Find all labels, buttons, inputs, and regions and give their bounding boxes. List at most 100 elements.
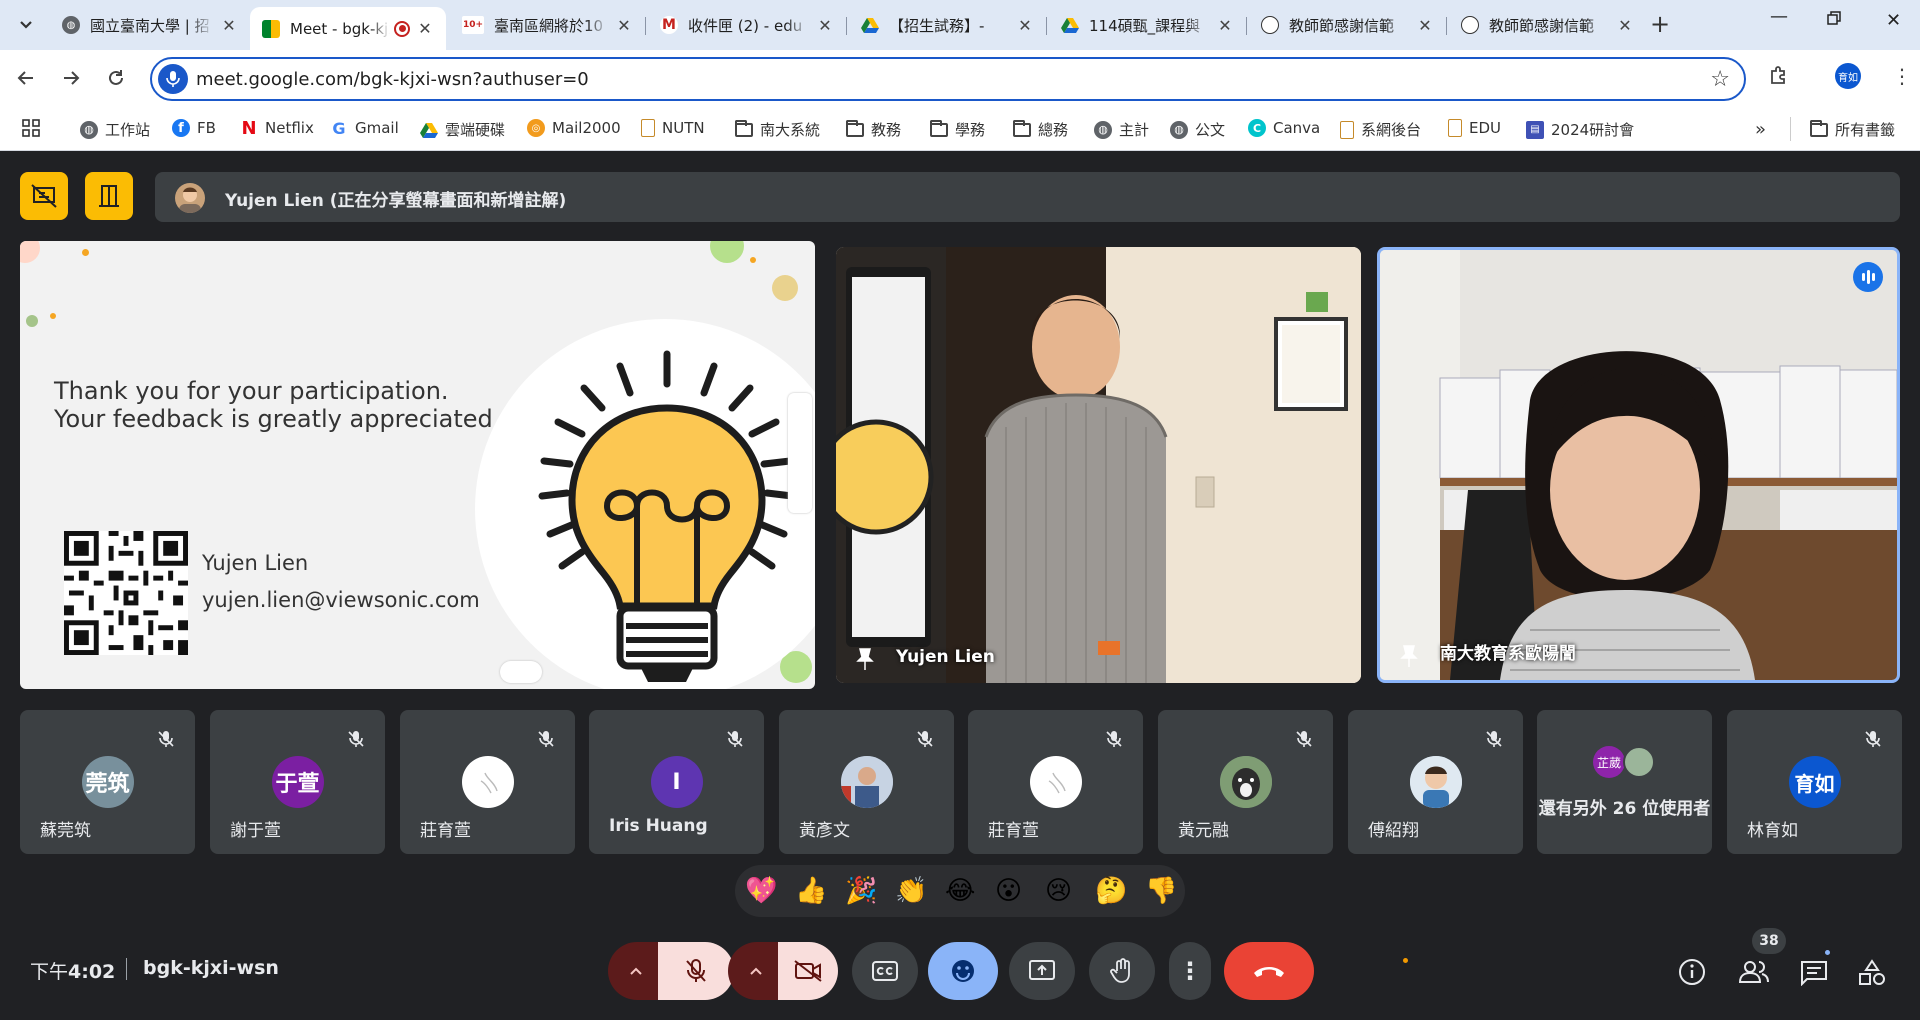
participant-tile[interactable]: 于萱 謝于萱 (210, 710, 385, 854)
tab-drive-2[interactable]: 114碩甄_課程與 ✕ (1049, 7, 1246, 43)
people-button[interactable] (1738, 958, 1770, 990)
close-window-button[interactable]: ✕ (1886, 10, 1901, 31)
apps-button[interactable] (22, 119, 40, 137)
bookmark-item[interactable]: 雲端硬碟 (420, 119, 505, 140)
reaction-party[interactable]: 🎉 (845, 875, 877, 907)
more-bookmarks-button[interactable]: » (1755, 119, 1766, 140)
back-button[interactable] (17, 68, 35, 92)
close-icon[interactable]: ✕ (615, 16, 633, 35)
mic-toggle-button[interactable] (658, 942, 734, 1000)
video-tile-active-speaker[interactable]: 南大教育系歐陽誾 (1377, 247, 1900, 683)
new-tab-button[interactable]: + (1650, 12, 1670, 36)
tab-nutn[interactable]: ◍ 國立臺南大學 | 招 ✕ (50, 7, 250, 43)
participant-tile[interactable]: I Iris Huang (589, 710, 764, 854)
all-bookmarks-folder[interactable]: 所有書籤 (1810, 119, 1895, 140)
reaction-clap[interactable]: 👏 (895, 875, 927, 907)
bookmark-item[interactable]: f FB (172, 119, 216, 137)
reaction-sad[interactable]: 😢 (1045, 875, 1072, 907)
leave-call-button[interactable] (1224, 942, 1314, 1000)
camera-off-icon (794, 960, 822, 982)
camera-toggle-button[interactable] (778, 942, 838, 1000)
bookmark-item[interactable]: NUTN (641, 119, 705, 137)
menu-button[interactable]: ⋮ (1892, 64, 1912, 88)
reaction-surprised[interactable]: 😮 (995, 875, 1022, 907)
participant-tile[interactable]: 育如 林育如 (1727, 710, 1902, 854)
bookmark-folder[interactable]: 總務 (1013, 119, 1068, 140)
bookmark-folder[interactable]: 南大系統 (735, 119, 820, 140)
bookmark-star-icon[interactable]: ☆ (1710, 67, 1730, 92)
participant-tile[interactable]: 黃彥文 (779, 710, 954, 854)
participant-tile[interactable]: 莊育萱 (968, 710, 1143, 854)
stop-presenting-button[interactable] (20, 172, 68, 220)
bookmark-item[interactable]: N Netflix (240, 118, 313, 139)
more-options-button[interactable]: ⋮ (1169, 942, 1211, 1000)
reaction-laugh[interactable]: 😂 (945, 875, 975, 907)
bookmark-item[interactable]: 系網後台 (1340, 119, 1421, 140)
tab-gmail-2[interactable]: M 收件匣 (2) - edu ✕ (648, 7, 846, 43)
tab-meet[interactable]: Meet - bgk-kjxi-wsn ✕ (250, 7, 446, 50)
reactions-button[interactable] (928, 942, 998, 1000)
gmail-icon: 10+ (462, 16, 484, 34)
restore-button[interactable] (1826, 10, 1842, 31)
tab-chatgpt-2[interactable]: 教師節感謝信範 ✕ (1449, 7, 1646, 43)
close-icon[interactable]: ✕ (416, 19, 434, 38)
bookmark-item[interactable]: ◎ Mail2000 (527, 119, 621, 137)
activities-button[interactable] (1858, 959, 1886, 991)
annotation-toolbar[interactable] (788, 393, 812, 513)
audio-options-button[interactable] (608, 942, 664, 1000)
address-bar[interactable]: meet.google.com/bgk-kjxi-wsn?authuser=0 … (150, 57, 1746, 101)
close-icon[interactable]: ✕ (1616, 16, 1634, 35)
present-button[interactable] (1009, 942, 1075, 1000)
video-feed (836, 247, 1361, 683)
participant-tile[interactable]: 傅紹翔 (1348, 710, 1523, 854)
slide-speaker-name: Yujen Lien (202, 551, 309, 575)
annotation-off-icon (31, 184, 57, 208)
raise-hand-button[interactable] (1089, 942, 1155, 1000)
bookmark-folder[interactable]: 學務 (930, 119, 985, 140)
reaction-heart[interactable]: 💖 (745, 875, 777, 907)
captions-button[interactable] (852, 942, 918, 1000)
close-icon[interactable]: ✕ (816, 16, 834, 35)
layout-button[interactable] (85, 172, 133, 220)
app-badge[interactable] (500, 661, 542, 683)
reload-button[interactable] (107, 68, 125, 92)
bookmark-item[interactable]: EDU (1448, 119, 1501, 137)
url-text[interactable]: meet.google.com/bgk-kjxi-wsn?authuser=0 (196, 69, 589, 90)
participant-tile[interactable]: 黃元融 (1158, 710, 1333, 854)
video-tile[interactable]: Yujen Lien (836, 247, 1361, 683)
profile-avatar[interactable]: 育如 (1835, 63, 1861, 89)
tab-divider (1046, 17, 1047, 35)
chat-button[interactable] (1800, 960, 1828, 990)
video-options-button[interactable] (728, 942, 784, 1000)
participant-tile[interactable]: 莞筑 蘇莞筑 (20, 710, 195, 854)
reaction-thumbs-up[interactable]: 👍 (795, 875, 827, 907)
tab-drive-1[interactable]: 【招生試務】- ✕ (849, 7, 1046, 43)
mic-icon[interactable] (158, 64, 188, 94)
reaction-thinking[interactable]: 🤔 (1095, 875, 1127, 907)
close-icon[interactable]: ✕ (1416, 16, 1434, 35)
bookmark-item[interactable]: G Gmail (330, 119, 398, 138)
more-participants-tile[interactable]: 芷葳 還有另外 26 位使用者 (1537, 710, 1712, 854)
bookmark-item[interactable]: ◍ 工作站 (80, 119, 150, 140)
reaction-thumbs-down[interactable]: 👎 (1145, 875, 1177, 907)
bookmark-item[interactable]: ▤ 2024研討會 (1526, 119, 1634, 140)
close-icon[interactable]: ✕ (220, 16, 238, 35)
facebook-icon: f (172, 119, 190, 137)
bookmark-folder[interactable]: 教務 (846, 119, 901, 140)
minimize-button[interactable]: — (1770, 6, 1788, 27)
close-icon[interactable]: ✕ (1016, 16, 1034, 35)
tab-gmail-1[interactable]: 10+ 臺南區網將於10 ✕ (450, 7, 645, 43)
participant-tile[interactable]: 莊育萱 (400, 710, 575, 854)
pin-icon[interactable] (854, 647, 876, 671)
bookmark-item[interactable]: ◍ 公文 (1170, 119, 1225, 140)
tab-chatgpt-1[interactable]: 教師節感謝信範 ✕ (1249, 7, 1446, 43)
forward-button[interactable] (62, 68, 80, 92)
bookmark-item[interactable]: ◍ 主計 (1094, 119, 1149, 140)
extensions-button[interactable] (1768, 64, 1790, 90)
bookmark-item[interactable]: C Canva (1248, 119, 1320, 137)
meeting-info-button[interactable] (1678, 958, 1706, 990)
decor-dot (20, 241, 40, 263)
close-icon[interactable]: ✕ (1216, 16, 1234, 35)
tab-search-button[interactable] (12, 12, 40, 38)
pin-icon[interactable] (1398, 644, 1420, 668)
